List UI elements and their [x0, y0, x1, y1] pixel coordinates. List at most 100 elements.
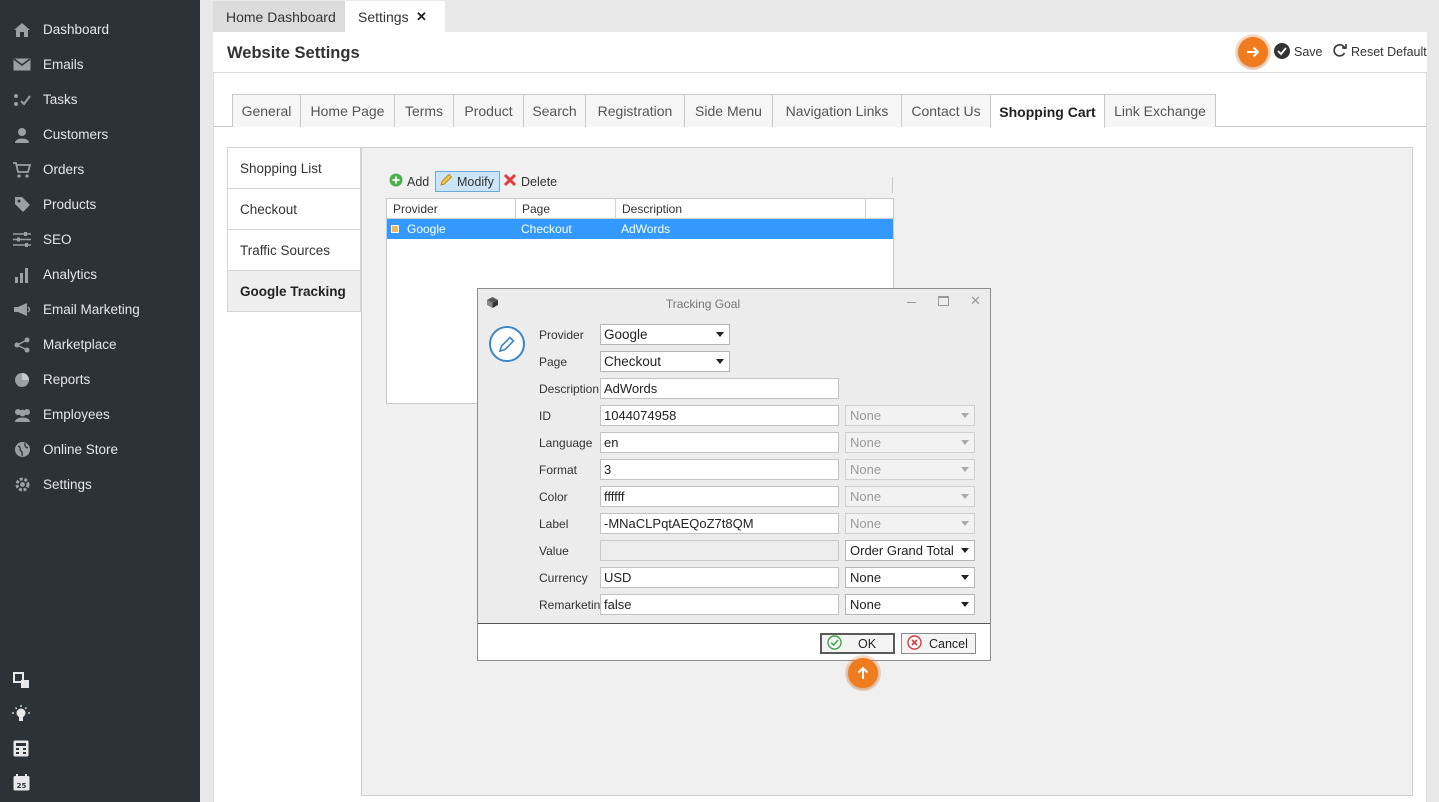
tab-label: Shopping Cart: [999, 103, 1096, 120]
calendar-icon[interactable]: 25: [11, 772, 31, 792]
tab-link-exchange[interactable]: Link Exchange: [1104, 94, 1216, 127]
sidebar-item-employees[interactable]: Employees: [0, 397, 200, 432]
tab-registration[interactable]: Registration: [585, 94, 685, 127]
format-source-select: None: [845, 459, 975, 480]
envelope-icon: [12, 55, 32, 75]
tab-side-menu[interactable]: Side Menu: [684, 94, 773, 127]
ok-button[interactable]: OK: [820, 633, 895, 654]
sidebar-item-label: Marketplace: [43, 337, 117, 352]
sidebar-item-reports[interactable]: Reports: [0, 362, 200, 397]
globe-icon: [12, 440, 32, 460]
column-header-provider[interactable]: Provider: [387, 199, 516, 218]
value-source-select[interactable]: Order Grand Total: [845, 540, 975, 561]
sidebar-item-emails[interactable]: Emails: [0, 47, 200, 82]
modify-button[interactable]: Modify: [435, 171, 500, 192]
language-label: Language: [539, 436, 593, 450]
sidebar-item-online-store[interactable]: Online Store: [0, 432, 200, 467]
dialog-title: Tracking Goal: [665, 297, 741, 311]
cart-icon: [12, 160, 32, 180]
currency-input[interactable]: USD: [600, 567, 839, 588]
reset-default-button[interactable]: Reset Default: [1332, 43, 1427, 61]
remarketing-input[interactable]: false: [600, 594, 839, 615]
sidebar-item-label: Dashboard: [43, 22, 110, 37]
arrow-up-icon: [848, 658, 878, 688]
tab-contact-us[interactable]: Contact Us: [901, 94, 991, 127]
doc-tab-home-dashboard[interactable]: Home Dashboard: [213, 1, 350, 32]
remarketing-source-select[interactable]: None: [845, 594, 975, 615]
tab-home-page[interactable]: Home Page: [300, 94, 395, 127]
gear-icon: [12, 475, 32, 495]
language-value: en: [604, 435, 619, 450]
table-row[interactable]: Google Checkout AdWords: [387, 219, 893, 239]
remarketing-value: false: [604, 597, 632, 612]
language-input[interactable]: en: [600, 432, 839, 453]
vtab-traffic-sources[interactable]: Traffic Sources: [227, 230, 361, 271]
dialog-close-icon[interactable]: ✕: [970, 293, 981, 309]
provider-value: Google: [604, 327, 648, 342]
sidebar-item-marketplace[interactable]: Marketplace: [0, 327, 200, 362]
id-input[interactable]: 1044074958: [600, 405, 839, 426]
tab-shopping-cart[interactable]: Shopping Cart: [990, 94, 1105, 128]
description-input[interactable]: AdWords: [600, 378, 839, 399]
close-icon[interactable]: ✕: [416, 9, 427, 25]
delete-button[interactable]: Delete: [503, 171, 557, 192]
pencil-icon: [439, 173, 453, 190]
label-source-select: None: [845, 513, 975, 534]
sidebar-item-seo[interactable]: SEO: [0, 222, 200, 257]
tab-terms[interactable]: Terms: [394, 94, 454, 127]
tab-label: Contact Us: [911, 103, 981, 119]
megaphone-icon: [12, 300, 32, 320]
label-source-value: None: [850, 516, 882, 531]
format-value: 3: [604, 462, 612, 477]
label-input[interactable]: -MNaCLPqtAEQoZ7t8QM: [600, 513, 839, 534]
vtab-checkout[interactable]: Checkout: [227, 189, 361, 230]
tab-product[interactable]: Product: [453, 94, 524, 127]
minimize-icon[interactable]: [907, 302, 916, 303]
windows-icon[interactable]: [11, 670, 31, 690]
cell-description: AdWords: [621, 222, 671, 236]
tab-navigation-links[interactable]: Navigation Links: [772, 94, 902, 127]
format-input[interactable]: 3: [600, 459, 839, 480]
sidebar-item-orders[interactable]: Orders: [0, 152, 200, 187]
vtab-label: Checkout: [240, 201, 298, 217]
column-header-label: Provider: [393, 201, 438, 216]
sidebar-item-settings[interactable]: Settings: [0, 467, 200, 502]
color-input[interactable]: ffffff: [600, 486, 839, 507]
tab-label: Product: [464, 103, 513, 119]
sidebar-item-dashboard[interactable]: Dashboard: [0, 12, 200, 47]
maximize-icon[interactable]: [938, 296, 949, 306]
column-header-description[interactable]: Description: [616, 199, 866, 218]
tab-search[interactable]: Search: [523, 94, 586, 127]
provider-label: Provider: [539, 328, 584, 342]
sidebar-item-analytics[interactable]: Analytics: [0, 257, 200, 292]
language-source-value: None: [850, 435, 882, 450]
sliders-icon: [12, 230, 32, 250]
column-header-page[interactable]: Page: [516, 199, 616, 218]
users-icon: [12, 405, 32, 425]
bar-chart-icon: [12, 265, 32, 285]
delete-label: Delete: [521, 174, 558, 189]
sidebar-item-email-marketing[interactable]: Email Marketing: [0, 292, 200, 327]
cancel-button[interactable]: Cancel: [901, 633, 976, 654]
page-select[interactable]: Checkout: [600, 351, 730, 372]
save-button[interactable]: Save: [1274, 42, 1323, 61]
doc-tab-settings[interactable]: Settings ✕: [345, 1, 445, 32]
cell-provider: Google: [407, 222, 446, 236]
column-header-label: Description: [622, 201, 683, 216]
sidebar-item-customers[interactable]: Customers: [0, 117, 200, 152]
pie-chart-icon: [12, 370, 32, 390]
remarketing-label: Remarketing: [539, 598, 608, 612]
provider-select[interactable]: Google: [600, 324, 730, 345]
sidebar-item-products[interactable]: Products: [0, 187, 200, 222]
vtab-google-tracking[interactable]: Google Tracking: [227, 271, 361, 312]
lightbulb-icon[interactable]: [11, 704, 31, 724]
currency-source-select[interactable]: None: [845, 567, 975, 588]
chevron-down-icon: [961, 548, 969, 553]
vtab-shopping-list[interactable]: Shopping List: [227, 147, 361, 189]
refresh-icon: [1332, 43, 1347, 61]
add-button[interactable]: Add: [389, 171, 429, 192]
cell-page: Checkout: [521, 222, 572, 236]
sidebar-item-tasks[interactable]: Tasks: [0, 82, 200, 117]
calculator-icon[interactable]: [11, 738, 31, 758]
tab-general[interactable]: General: [232, 94, 301, 127]
